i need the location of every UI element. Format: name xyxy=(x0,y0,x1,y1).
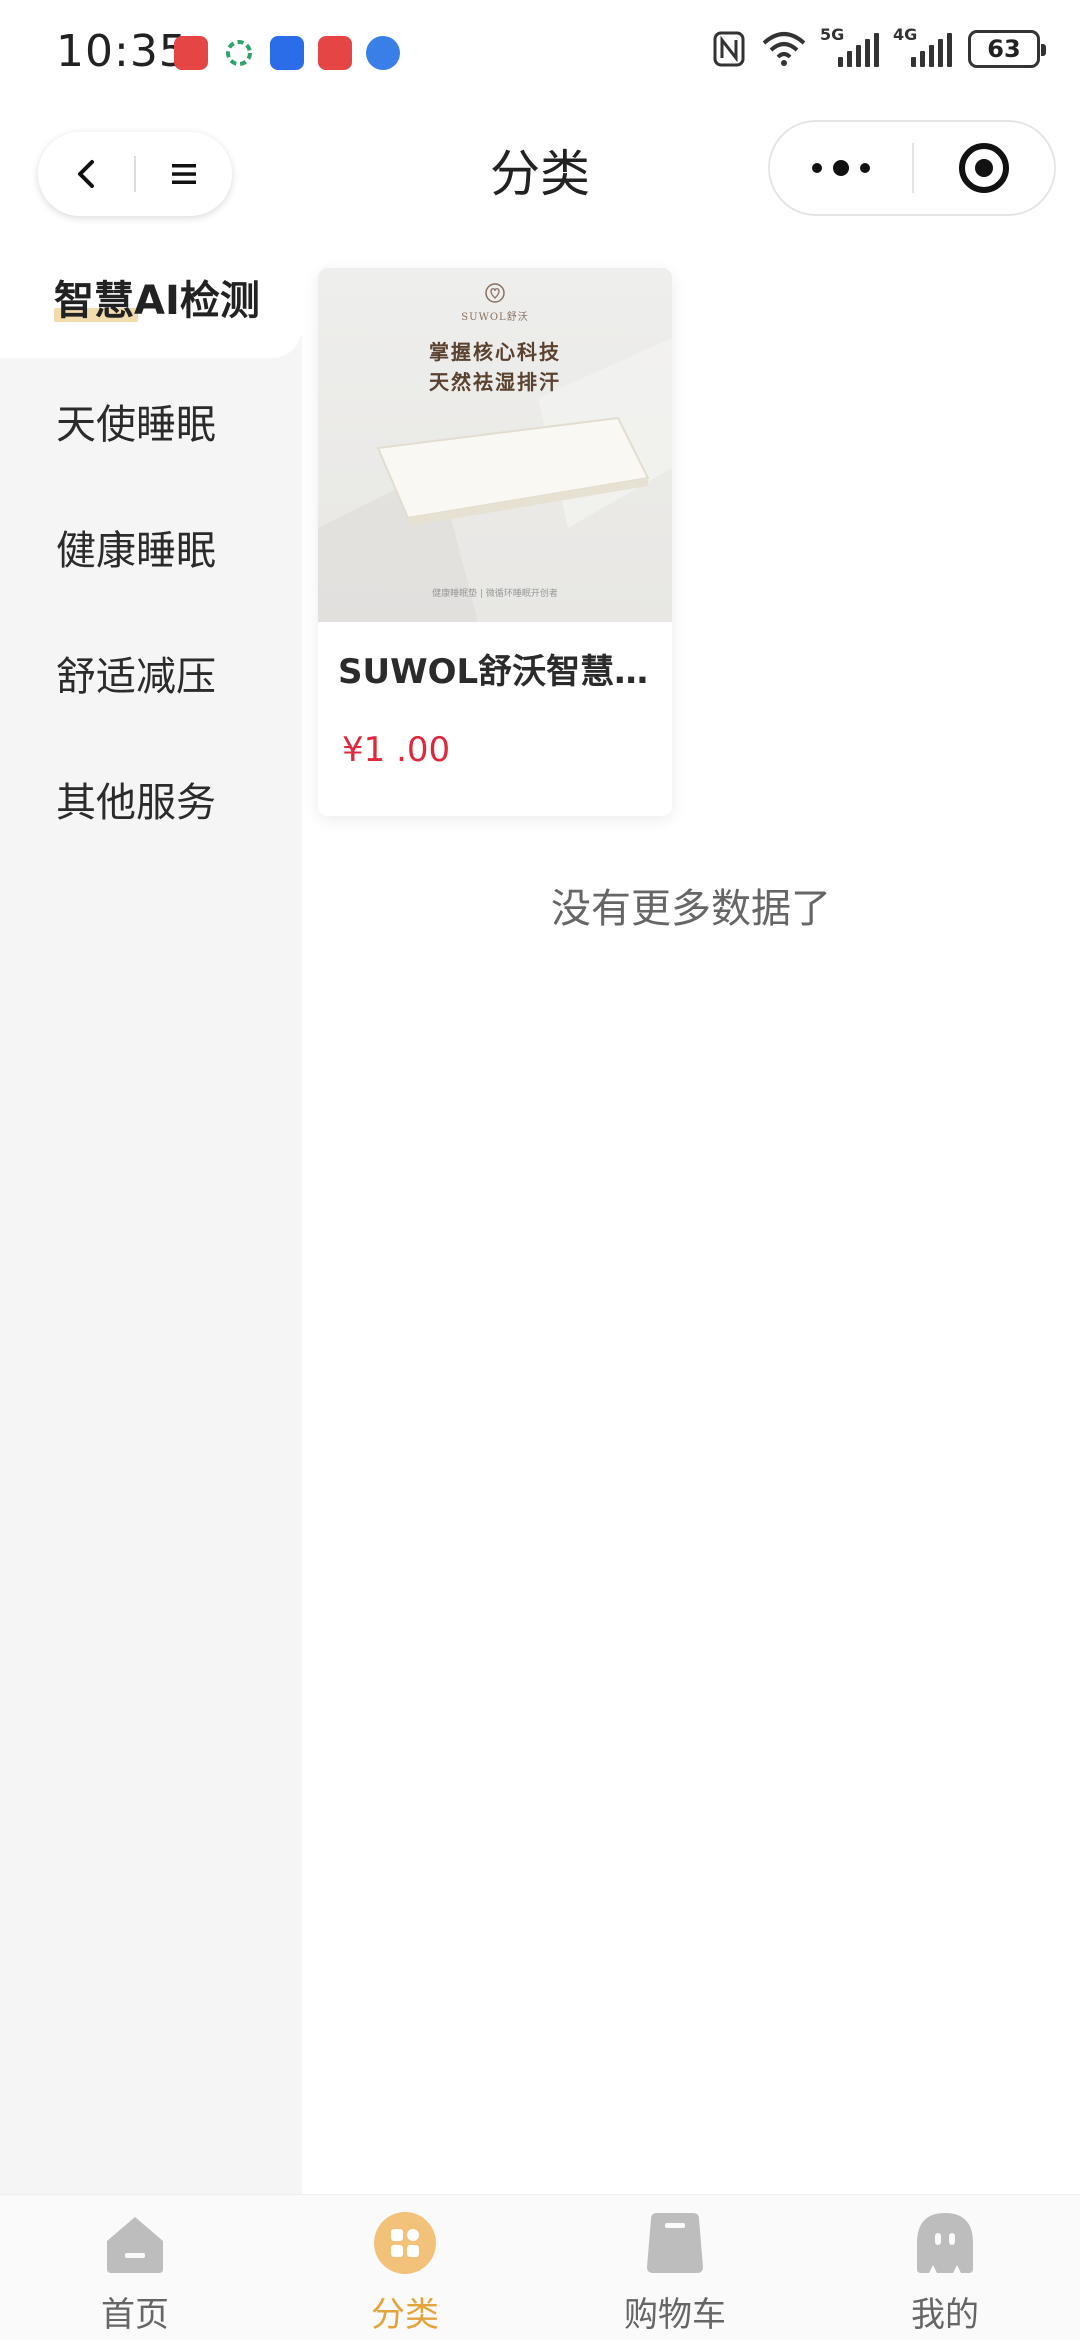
nav-bar: 分类 xyxy=(0,108,1080,236)
sidebar-item-label: 天使睡眠 xyxy=(56,402,216,448)
profile-icon xyxy=(917,2213,973,2273)
huawei-app-icon xyxy=(174,36,208,70)
brand-name: SUWOL舒沃 xyxy=(461,312,529,323)
product-image: SUWOL舒沃 掌握核心科技 天然祛湿排汗 健康睡眠垫 | 微循环睡眠开创者 xyxy=(318,268,672,622)
target-icon xyxy=(959,143,1009,193)
tab-label: 首页 xyxy=(101,2295,169,2335)
battery-level: 63 xyxy=(987,35,1021,63)
battery-icon: 63 xyxy=(968,30,1046,68)
category-sidebar: 智慧AI检测 天使睡眠 健康睡眠 舒适减压 其他服务 xyxy=(0,234,302,2194)
mini-program-capsule xyxy=(768,120,1056,216)
more-dots-icon xyxy=(812,160,870,176)
status-bar: 10:35 5G 4G 63 xyxy=(0,0,1080,108)
sidebar-item-smart-ai[interactable]: 智慧AI检测 xyxy=(16,234,302,358)
sidebar-item-label: 健康睡眠 xyxy=(56,528,216,574)
close-mini-program-button[interactable] xyxy=(914,120,1054,216)
more-button[interactable] xyxy=(770,120,912,216)
sidebar-item-angel-sleep[interactable]: 天使睡眠 xyxy=(0,358,302,482)
product-headline-2: 天然祛湿排汗 xyxy=(429,370,561,394)
mobile-carrier-icon xyxy=(222,36,256,70)
tab-label: 我的 xyxy=(911,2295,979,2335)
product-price: ¥1 .00 xyxy=(342,730,451,770)
signal-5g: 5G xyxy=(820,25,879,67)
no-more-data-text: 没有更多数据了 xyxy=(551,886,831,932)
sidebar-item-other-services[interactable]: 其他服务 xyxy=(0,736,302,860)
huawei-app-icon xyxy=(318,36,352,70)
status-time: 10:35 xyxy=(56,26,188,77)
sidebar-item-healthy-sleep[interactable]: 健康睡眠 xyxy=(0,484,302,608)
network-5g-label: 5G xyxy=(820,25,845,44)
signal-4g: 4G xyxy=(893,25,952,67)
cart-icon xyxy=(647,2213,703,2273)
tab-label: 分类 xyxy=(371,2295,439,2335)
sidebar-item-label: 其他服务 xyxy=(56,780,216,826)
sidebar-item-comfort[interactable]: 舒适减压 xyxy=(0,610,302,734)
sidebar-item-label: 智慧AI检测 xyxy=(54,278,260,324)
category-icon xyxy=(374,2212,436,2274)
product-headline-1: 掌握核心科技 xyxy=(429,340,561,364)
product-image-footer: 健康睡眠垫 | 微循环睡眠开创者 xyxy=(432,589,558,599)
tab-category[interactable]: 分类 xyxy=(270,2195,540,2340)
product-name: SUWOL舒沃智慧… xyxy=(338,652,649,692)
brand-logo-icon xyxy=(318,282,672,308)
browser-icon xyxy=(366,36,400,70)
product-card[interactable]: SUWOL舒沃 掌握核心科技 天然祛湿排汗 健康睡眠垫 | 微循环睡眠开创者 S… xyxy=(318,268,672,816)
sidebar-item-label: 舒适减压 xyxy=(56,654,216,700)
sidebar-corner xyxy=(0,234,16,358)
tab-home[interactable]: 首页 xyxy=(0,2195,270,2340)
wifi-icon xyxy=(762,32,806,66)
voice-app-icon xyxy=(270,36,304,70)
tab-profile[interactable]: 我的 xyxy=(810,2195,1080,2340)
tab-cart[interactable]: 购物车 xyxy=(540,2195,810,2340)
notification-icons xyxy=(174,36,400,70)
network-4g-label: 4G xyxy=(893,25,918,44)
bottom-tab-bar: 首页 分类 购物车 我的 xyxy=(0,2194,1080,2340)
home-icon xyxy=(107,2217,163,2273)
nfc-icon xyxy=(713,31,745,67)
product-list: SUWOL舒沃 掌握核心科技 天然祛湿排汗 健康睡眠垫 | 微循环睡眠开创者 S… xyxy=(302,236,1080,2194)
tab-label: 购物车 xyxy=(624,2295,726,2335)
